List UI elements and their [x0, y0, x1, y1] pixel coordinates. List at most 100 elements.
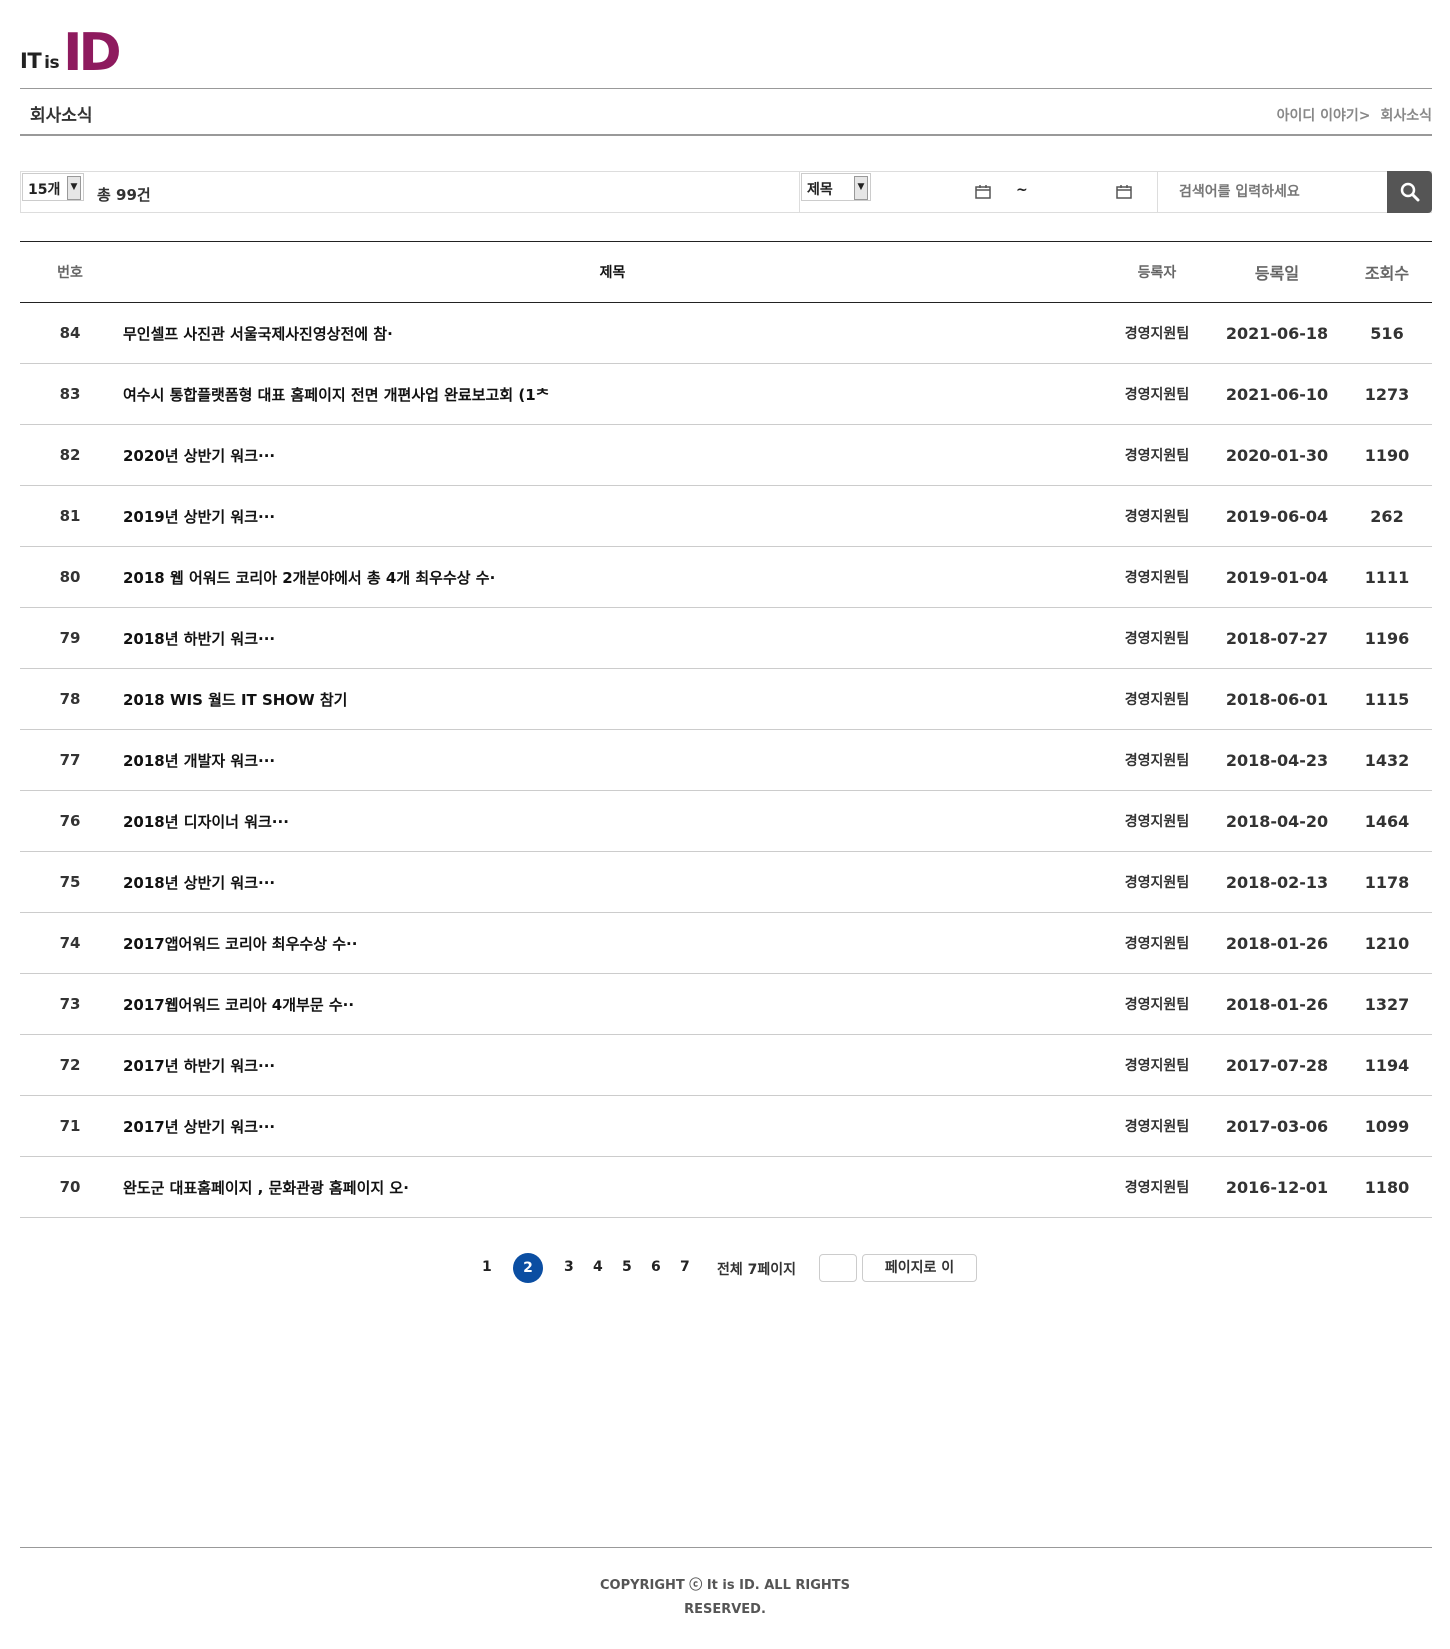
table-row[interactable]: 83 여수시 통합플랫폼형 대표 홈페이지 전면 개편사업 완료보고회 (1ᄎ 경영…: [20, 363, 1432, 425]
row-date: 2018-01-26: [1212, 912, 1342, 974]
table-row[interactable]: 72 2017년 하반기 워크··· 경영지원팀 2017-07-28 1194: [20, 1034, 1432, 1096]
row-date: 2018-04-23: [1212, 729, 1342, 791]
total-pages: 전체 7페이지: [717, 1262, 797, 1278]
footer-divider: [20, 1547, 1432, 1548]
table-row[interactable]: 75 2018년 상반기 워크··· 경영지원팀 2018-02-13 1178: [20, 851, 1432, 913]
logo[interactable]: IT is ID: [20, 27, 122, 79]
search-icon: [1400, 182, 1419, 202]
row-title-link[interactable]: 2018년 디자이너 워크···: [120, 790, 1102, 852]
row-date: 2019-01-04: [1212, 546, 1342, 608]
breadcrumb-item[interactable]: 아이디 이야기>: [1277, 108, 1371, 124]
row-views: 1190: [1342, 424, 1432, 486]
table-row[interactable]: 70 완도군 대표홈페이지 , 문화관광 홈페이지 오· 경영지원팀 2016-12-…: [20, 1156, 1432, 1218]
table-row[interactable]: 71 2017년 상반기 워크··· 경영지원팀 2017-03-06 1099: [20, 1095, 1432, 1157]
table-row[interactable]: 80 2018 웹 어워드 코리아 2개분야에서 총 4개 최우수상 수· 경영지원…: [20, 546, 1432, 608]
page-link-current[interactable]: 2: [513, 1253, 543, 1283]
row-number: 74: [20, 912, 120, 974]
page-number-input[interactable]: [819, 1254, 857, 1282]
row-date: 2017-03-06: [1212, 1095, 1342, 1157]
row-title-link[interactable]: 2020년 상반기 워크···: [120, 424, 1102, 486]
go-to-page-button[interactable]: 페이지로 이: [862, 1254, 977, 1282]
page-link[interactable]: 4: [593, 1259, 603, 1275]
row-number: 77: [20, 729, 120, 791]
row-views: 1111: [1342, 546, 1432, 608]
calendar-icon[interactable]: [1116, 185, 1132, 199]
news-table: 번호 제목 등록자 등록일 조회수 84 무인셀프 사진관 서울국제사진영상전에 …: [20, 241, 1432, 1218]
logo-text: IT is: [20, 49, 60, 73]
row-number: 71: [20, 1095, 120, 1157]
search-field-select[interactable]: 제목 ▼: [801, 173, 871, 201]
row-title-link[interactable]: 여수시 통합플랫폼형 대표 홈페이지 전면 개편사업 완료보고회 (1ᄎ: [120, 363, 1102, 425]
header-writer[interactable]: 등록자: [1102, 241, 1212, 303]
header-number[interactable]: 번호: [20, 241, 120, 303]
page-title: 회사소식: [30, 106, 93, 126]
table-row[interactable]: 81 2019년 상반기 워크··· 경영지원팀 2019-06-04 262: [20, 485, 1432, 547]
row-date: 2018-06-01: [1212, 668, 1342, 730]
row-date: 2019-06-04: [1212, 485, 1342, 547]
row-date: 2017-07-28: [1212, 1034, 1342, 1096]
row-title-link[interactable]: 2018 웹 어워드 코리아 2개분야에서 총 4개 최우수상 수·: [120, 546, 1102, 608]
breadcrumb-item[interactable]: 회사소식: [1380, 108, 1432, 124]
page-link[interactable]: 5: [622, 1259, 632, 1275]
footer: COPYRIGHT ⓒ It is ID. ALL RIGHTS RESERVE…: [0, 1574, 1450, 1622]
table-row[interactable]: 82 2020년 상반기 워크··· 경영지원팀 2020-01-30 1190: [20, 424, 1432, 486]
row-number: 79: [20, 607, 120, 669]
page-link[interactable]: 7: [680, 1259, 690, 1275]
divider: [799, 172, 800, 212]
row-number: 84: [20, 302, 120, 364]
header-date[interactable]: 등록일: [1212, 241, 1342, 303]
table-row[interactable]: 78 2018 WIS 월드 IT SHOW 참기 경영지원팀 2018-06-01 1…: [20, 668, 1432, 730]
table-row[interactable]: 74 2017앱어워드 코리아 최우수상 수·· 경영지원팀 2018-01-26 12…: [20, 912, 1432, 974]
row-title-link[interactable]: 2017년 상반기 워크···: [120, 1095, 1102, 1157]
header-title[interactable]: 제목: [120, 241, 1102, 303]
row-title-link[interactable]: 2018년 상반기 워크···: [120, 851, 1102, 913]
row-number: 81: [20, 485, 120, 547]
row-title-link[interactable]: 2018 WIS 월드 IT SHOW 참기: [120, 668, 1102, 730]
header-views[interactable]: 조회수: [1342, 241, 1432, 303]
calendar-icon[interactable]: [975, 185, 991, 199]
row-writer: 경영지원팀: [1102, 546, 1212, 608]
row-views: 1210: [1342, 912, 1432, 974]
row-number: 82: [20, 424, 120, 486]
table-row[interactable]: 76 2018년 디자이너 워크··· 경영지원팀 2018-04-20 1464: [20, 790, 1432, 852]
row-writer: 경영지원팀: [1102, 607, 1212, 669]
total-count: 총 99건: [97, 186, 151, 204]
breadcrumb: 아이디 이야기> 회사소식: [1267, 105, 1432, 125]
page-link[interactable]: 6: [651, 1259, 661, 1275]
page-link[interactable]: 1: [482, 1259, 492, 1275]
row-writer: 경영지원팀: [1102, 1095, 1212, 1157]
row-title-link[interactable]: 완도군 대표홈페이지 , 문화관광 홈페이지 오·: [120, 1156, 1102, 1218]
page-link[interactable]: 3: [564, 1259, 574, 1275]
row-date: 2018-07-27: [1212, 607, 1342, 669]
search-field-value: 제목: [807, 182, 833, 198]
copyright-line: COPYRIGHT ⓒ It is ID. ALL RIGHTS: [599, 1578, 851, 1593]
row-title-link[interactable]: 2017앱어워드 코리아 최우수상 수··: [120, 912, 1102, 974]
page-size-select[interactable]: 15개 ▼: [22, 173, 84, 201]
row-title-link[interactable]: 2018년 개발자 워크···: [120, 729, 1102, 791]
table-row[interactable]: 79 2018년 하반기 워크··· 경영지원팀 2018-07-27 1196: [20, 607, 1432, 669]
search-input[interactable]: 검색어를 입력하세요: [1179, 172, 1329, 212]
row-date: 2018-04-20: [1212, 790, 1342, 852]
row-date: 2021-06-18: [1212, 302, 1342, 364]
row-date: 2021-06-10: [1212, 363, 1342, 425]
row-title-link[interactable]: 2017웹어워드 코리아 4개부문 수··: [120, 973, 1102, 1035]
table-row[interactable]: 84 무인셀프 사진관 서울국제사진영상전에 참· 경영지원팀 2021-06-18 5…: [20, 302, 1432, 364]
row-title-link[interactable]: 2019년 상반기 워크···: [120, 485, 1102, 547]
row-title-link[interactable]: 2018년 하반기 워크···: [120, 607, 1102, 669]
row-writer: 경영지원팀: [1102, 668, 1212, 730]
table-header-row: 번호 제목 등록자 등록일 조회수: [20, 241, 1432, 303]
row-title-link[interactable]: 2017년 하반기 워크···: [120, 1034, 1102, 1096]
row-writer: 경영지원팀: [1102, 1156, 1212, 1218]
row-number: 73: [20, 973, 120, 1035]
row-writer: 경영지원팀: [1102, 363, 1212, 425]
search-button[interactable]: [1387, 171, 1432, 213]
divider: [1157, 172, 1158, 212]
chevron-down-icon: ▼: [67, 176, 81, 200]
table-row[interactable]: 73 2017웹어워드 코리아 4개부문 수·· 경영지원팀 2018-01-26 13…: [20, 973, 1432, 1035]
row-views: 1327: [1342, 973, 1432, 1035]
row-views: 1194: [1342, 1034, 1432, 1096]
row-title-link[interactable]: 무인셀프 사진관 서울국제사진영상전에 참·: [120, 302, 1102, 364]
row-writer: 경영지원팀: [1102, 729, 1212, 791]
row-views: 1464: [1342, 790, 1432, 852]
table-row[interactable]: 77 2018년 개발자 워크··· 경영지원팀 2018-04-23 1432: [20, 729, 1432, 791]
